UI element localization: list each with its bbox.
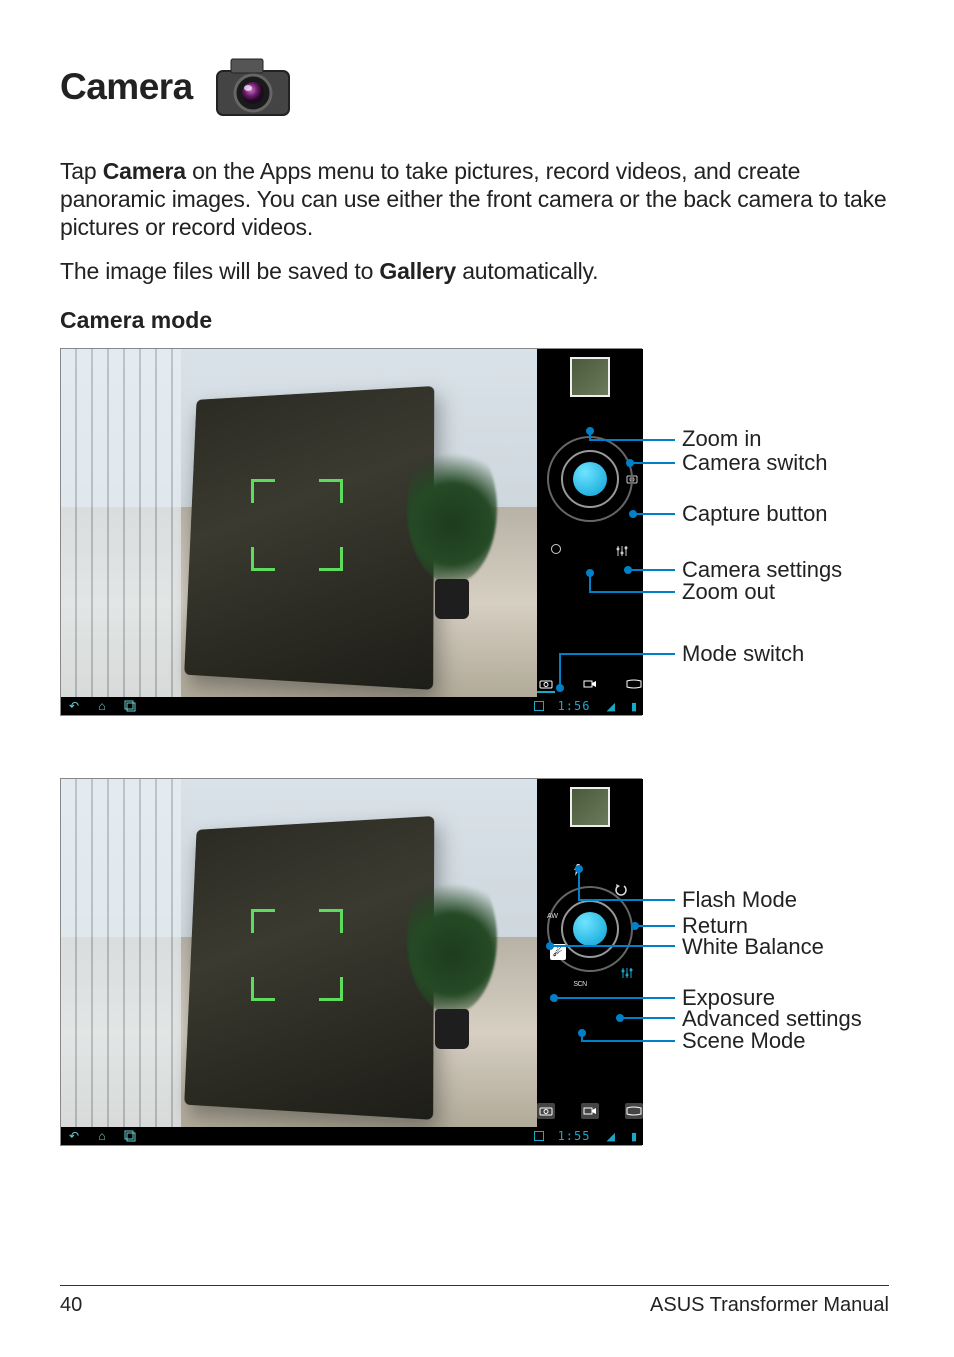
page-footer: 40 ASUS Transformer Manual	[60, 1285, 889, 1317]
return-icon[interactable]	[613, 881, 629, 897]
camera-app-screenshot: + ↶ ⌂	[60, 348, 642, 716]
camera-app-settings-screenshot: AW ☄ SCN ↶ ⌂	[60, 778, 642, 1146]
label-return: Return	[682, 913, 748, 939]
label-zoom-out: Zoom out	[682, 579, 775, 605]
sdcard-icon	[534, 701, 544, 711]
mode-panorama-icon[interactable]	[625, 677, 643, 691]
mode-video-icon[interactable]	[581, 677, 599, 691]
scene-mode-icon[interactable]: SCN	[571, 979, 589, 989]
system-navbar: ↶ ⌂ 1:55 ◢ ▮	[61, 1127, 643, 1145]
focus-indicator	[251, 479, 343, 571]
zoom-out-icon[interactable]	[551, 544, 561, 554]
sdcard-icon	[534, 1131, 544, 1141]
wifi-icon: ◢	[606, 700, 614, 713]
intro-paragraph-2: The image files will be saved to Gallery…	[60, 257, 889, 285]
label-camera-settings: Camera settings	[682, 557, 842, 583]
page-title: Camera	[60, 66, 193, 108]
page-number: 40	[60, 1294, 82, 1317]
label-zoom-in: Zoom in	[682, 426, 761, 452]
recent-apps-icon[interactable]	[123, 699, 137, 713]
mode-photo-icon[interactable]	[537, 677, 555, 693]
label-camera-switch: Camera switch	[682, 450, 827, 476]
status-clock: 1:55	[558, 1129, 591, 1143]
mode-panorama-icon[interactable]	[625, 1103, 643, 1119]
status-clock: 1:56	[558, 699, 591, 713]
label-advanced-settings: Advanced settings	[682, 1006, 862, 1032]
label-exposure: Exposure	[682, 985, 775, 1011]
capture-button[interactable]	[573, 912, 607, 946]
label-scene-mode: Scene Mode	[682, 1028, 806, 1054]
text-bold-gallery: Gallery	[379, 258, 456, 284]
home-icon[interactable]: ⌂	[95, 1129, 109, 1143]
label-mode-switch: Mode switch	[682, 641, 804, 667]
text: Tap	[60, 158, 103, 184]
exposure-icon[interactable]: ☄	[550, 944, 566, 960]
system-navbar: ↶ ⌂ 1:56 ◢ ▮	[61, 697, 643, 715]
mode-photo-icon[interactable]	[537, 1103, 555, 1119]
focus-indicator	[251, 909, 343, 1001]
mode-video-icon[interactable]	[581, 1103, 599, 1119]
battery-icon: ▮	[631, 1130, 637, 1143]
subheading-camera-mode: Camera mode	[60, 307, 889, 334]
intro-paragraph: Tap Camera on the Apps menu to take pict…	[60, 157, 889, 241]
label-capture-button: Capture button	[682, 501, 828, 527]
text-bold-camera: Camera	[103, 158, 186, 184]
home-icon[interactable]: ⌂	[95, 699, 109, 713]
back-icon[interactable]: ↶	[67, 1129, 81, 1143]
svg-text:AW: AW	[547, 913, 558, 920]
advanced-settings-icon[interactable]	[619, 965, 635, 981]
label-flash-mode: Flash Mode	[682, 887, 797, 913]
flash-mode-icon[interactable]	[570, 862, 586, 878]
camera-app-icon	[211, 45, 295, 129]
capture-button[interactable]	[573, 462, 607, 496]
viewfinder[interactable]	[61, 349, 537, 699]
text: automatically.	[456, 258, 598, 284]
label-white-balance: White Balance	[682, 934, 824, 960]
viewfinder[interactable]	[61, 779, 537, 1129]
figure-camera-settings: AW ☄ SCN ↶ ⌂	[60, 778, 900, 1168]
gallery-thumbnail[interactable]	[570, 787, 610, 827]
text: The image files will be saved to	[60, 258, 379, 284]
gallery-thumbnail[interactable]	[570, 357, 610, 397]
wifi-icon: ◢	[606, 1130, 614, 1143]
recent-apps-icon[interactable]	[123, 1129, 137, 1143]
battery-icon: ▮	[631, 700, 637, 713]
svg-text:☄: ☄	[553, 946, 562, 959]
camera-settings-icon[interactable]	[615, 544, 629, 558]
back-icon[interactable]: ↶	[67, 699, 81, 713]
white-balance-icon[interactable]: AW	[545, 907, 561, 923]
manual-title: ASUS Transformer Manual	[650, 1294, 889, 1317]
figure-camera-main: + ↶ ⌂	[60, 348, 900, 738]
